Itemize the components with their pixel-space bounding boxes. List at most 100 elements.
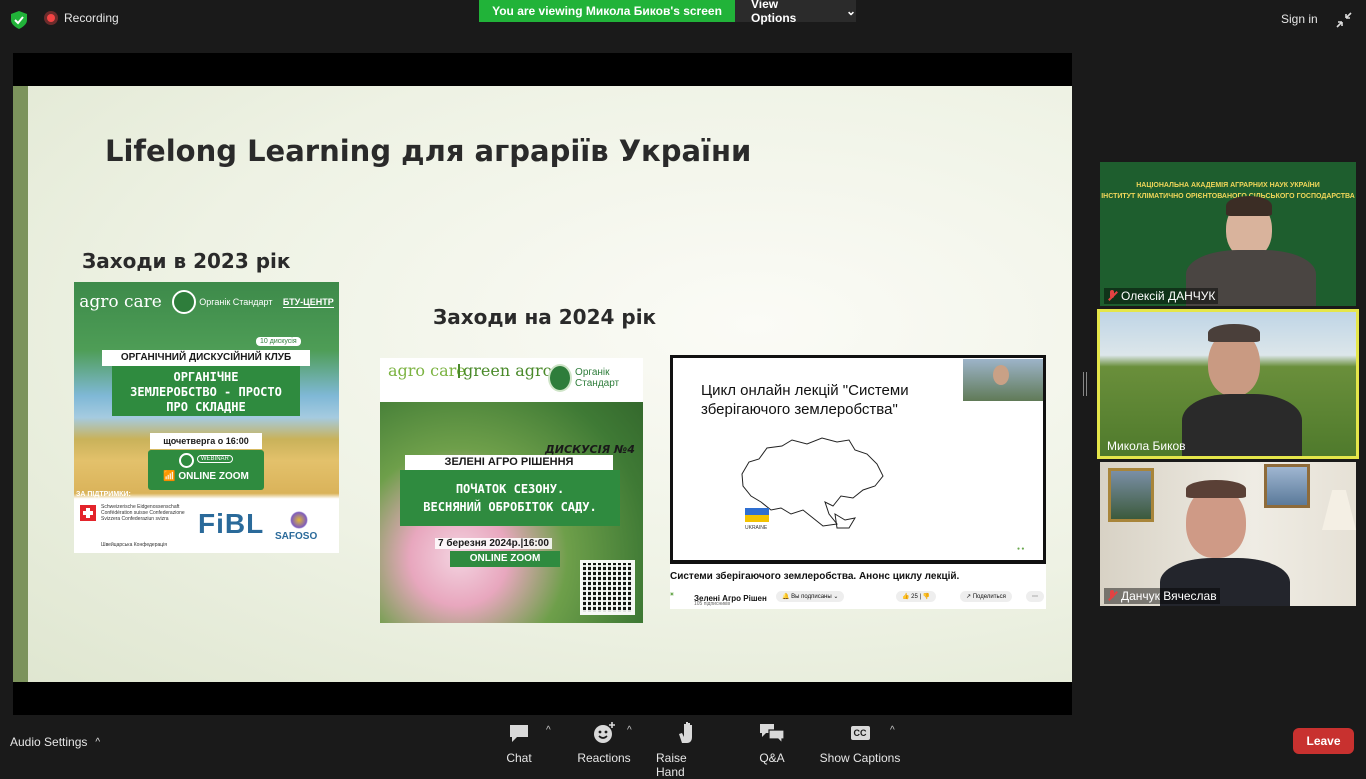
poster2-date: 7 березня 2024р.|16:00 <box>435 538 552 549</box>
share-icon: ↗ <box>966 594 972 600</box>
thumbs-up-icon: 👍 <box>902 594 910 600</box>
channel-subscribers: 105 підписників <box>694 601 730 607</box>
reactions-label: Reactions <box>577 751 631 765</box>
webinar-pill: WEBINAR <box>196 455 233 463</box>
view-options-button[interactable]: View Options ⌄ <box>735 0 856 25</box>
video-channel-row: ▣ Зелені Агро Рішен 105 підписників 🔔 Вы… <box>670 587 1046 609</box>
captions-caret-icon[interactable]: ^ <box>890 725 895 736</box>
sign-in-button[interactable]: Sign in <box>1281 12 1318 26</box>
share-button: ↗ Поделиться <box>960 591 1012 602</box>
recording-indicator[interactable]: Recording <box>44 11 119 25</box>
reactions-caret-icon[interactable]: ^ <box>627 725 632 736</box>
view-options-label: View Options <box>751 0 797 25</box>
agrocare-logo: agro care <box>388 361 466 380</box>
meeting-toolbar: Audio Settings ^ Chat ^ Reactions ^ Rais… <box>0 715 1366 779</box>
exit-fullscreen-icon[interactable] <box>1336 12 1352 28</box>
bell-icon: 🔔 <box>782 594 790 600</box>
chat-button[interactable]: Chat <box>503 721 535 765</box>
chat-icon <box>510 725 528 742</box>
tree-icon <box>172 290 197 314</box>
slide-title: Lifelong Learning для аграріїв України <box>105 134 752 168</box>
wifi-icon: 📶 <box>163 471 176 482</box>
participant-tile-1[interactable]: НАЦІОНАЛЬНА АКАДЕМІЯ АГРАРНИХ НАУК УКРАЇ… <box>1100 162 1356 306</box>
video-title: Цикл онлайн лекцій "Системи зберігаючого… <box>701 382 909 418</box>
qa-button[interactable]: Q&A <box>755 721 789 765</box>
chat-caret-icon[interactable]: ^ <box>546 725 551 736</box>
speaker-camera-thumbnail <box>963 359 1043 401</box>
heading-2023: Заходи в 2023 рік <box>82 249 291 273</box>
poster-green-agro: agro care green agro Органік Стандарт ДИ… <box>380 358 643 623</box>
reactions-button[interactable]: Reactions <box>576 721 632 765</box>
audio-settings-label: Audio Settings <box>10 735 88 749</box>
sponsors-footer: Schweizerische Eidgenossenschaft Confédé… <box>74 501 339 553</box>
club-title: ОРГАНІЧНИЙ ДИСКУСІЙНИЙ КЛУБ <box>102 350 310 366</box>
chevron-up-icon: ^ <box>95 736 101 748</box>
top-bar: Recording You are viewing Микола Биков's… <box>0 0 1366 40</box>
poster2-title: ЗЕЛЕНІ АГРО РІШЕННЯ <box>405 455 613 470</box>
shared-screen: Lifelong Learning для аграріїв України З… <box>13 53 1072 715</box>
qr-code <box>580 560 635 615</box>
poster1-zoom: 📶 ONLINE ZOOM <box>163 471 249 482</box>
presentation-slide: Lifelong Learning для аграріїв України З… <box>13 86 1072 682</box>
swiss-flag-icon <box>80 505 96 521</box>
support-label: ЗА ПІДТРИМКИ: <box>76 491 131 498</box>
channel-watermark: ● ● <box>1017 546 1025 552</box>
organic-standard-logo: Органік Стандарт <box>172 290 272 314</box>
discussion-tag: 10 дискусія <box>256 337 301 346</box>
audio-settings-button[interactable]: Audio Settings ^ <box>10 735 100 749</box>
active-speaker-frame <box>1097 309 1359 459</box>
poster2-zoom: ONLINE ZOOM <box>450 551 560 567</box>
participant-tile-3[interactable]: Данчук Вячеслав <box>1100 462 1356 606</box>
organic-standard-logo: Органік Стандарт <box>548 364 643 392</box>
swiss-ua-text: Швейцарська Конфедерація <box>101 542 167 548</box>
ukraine-label: UKRAINE <box>745 525 768 531</box>
poster1-schedule: щочетверга о 16:00 <box>150 433 262 449</box>
poster1-topic: ОРГАНІЧНЕ ЗЕМЛЕРОБСТВО - ПРОСТО ПРО СКЛА… <box>112 366 300 416</box>
show-captions-button[interactable]: CC Show Captions <box>819 721 901 765</box>
green-agro-logo: green agro <box>458 363 552 379</box>
wall-painting <box>1108 468 1154 522</box>
slide-accent-stripe <box>13 86 28 682</box>
more-icon: ⋯ <box>1026 591 1044 602</box>
btu-center-logo: БТУ-ЦЕНТР <box>282 296 334 308</box>
subscribed-button: 🔔 Вы подписаны ⌄ <box>776 591 845 602</box>
recording-label: Recording <box>64 11 119 25</box>
smiley-icon <box>594 722 615 743</box>
panel-resize-handle[interactable] <box>1083 372 1087 396</box>
video-caption: Системи зберігаючого землеробства. Анонс… <box>670 571 960 582</box>
safoso-logo: SAFOSO <box>275 531 318 542</box>
thumbs-down-icon: 👎 <box>922 594 931 600</box>
agrocare-logo: agro care <box>79 292 162 312</box>
ukraine-flag-icon <box>745 508 769 522</box>
swiss-text: Schweizerische Eidgenossenschaft Confédé… <box>101 504 185 522</box>
participant-name-tag: Данчук Вячеслав <box>1104 588 1220 604</box>
wall-painting <box>1264 464 1310 508</box>
lamp-shade <box>1322 490 1356 530</box>
poster2-topic: ПОЧАТОК СЕЗОНУ. ВЕСНЯНИЙ ОБРОБІТОК САДУ. <box>400 470 620 526</box>
participant-hair <box>1186 480 1246 498</box>
poster2-header: agro care green agro Органік Стандарт <box>380 358 643 402</box>
show-captions-label: Show Captions <box>819 751 901 765</box>
video-thumbnail: Цикл онлайн лекцій "Системи зберігаючого… <box>670 355 1046 609</box>
tree-icon <box>548 364 573 392</box>
raise-hand-button[interactable]: Raise Hand <box>656 721 718 779</box>
poster1-webinar: WEBINAR 📶 ONLINE ZOOM <box>148 450 264 490</box>
mic-muted-icon <box>1107 290 1117 302</box>
fibl-logo: FiBL <box>198 508 265 539</box>
safoso-icon <box>290 511 308 529</box>
institution-banner: НАЦІОНАЛЬНА АКАДЕМІЯ АГРАРНИХ НАУК УКРАЇ… <box>1101 182 1355 200</box>
qa-icon <box>760 724 785 745</box>
chat-label: Chat <box>506 751 532 765</box>
captions-icon: CC <box>850 721 870 745</box>
channel-logo-icon: ▣ <box>670 591 674 596</box>
shield-icon[interactable] <box>11 11 27 29</box>
raise-hand-label: Raise Hand <box>656 751 687 779</box>
poster-organic-club: agro care Органік Стандарт БТУ-ЦЕНТР 10 … <box>74 282 339 553</box>
recording-icon <box>44 11 58 25</box>
leave-button[interactable]: Leave <box>1293 728 1354 754</box>
video-frame: Цикл онлайн лекцій "Системи зберігаючого… <box>670 355 1046 564</box>
chevron-down-icon: ⌄ <box>845 4 856 18</box>
poster1-logos: agro care Органік Стандарт БТУ-ЦЕНТР <box>74 290 339 314</box>
participant-hair <box>1226 196 1272 216</box>
heading-2024: Заходи на 2024 рік <box>433 305 657 329</box>
